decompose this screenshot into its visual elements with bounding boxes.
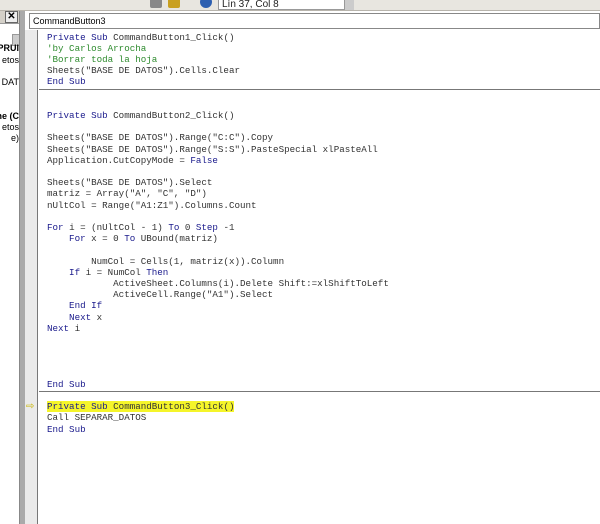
code-line[interactable]: ActiveSheet.Columns(i).Delete Shift:=xlS… [47,278,389,289]
pane-item[interactable]: PRUI [0,43,19,53]
code-editor[interactable]: Private Sub CommandButton1_Click()'by Ca… [39,30,600,524]
code-text: CommandButton3_Click() [113,401,235,413]
code-line[interactable]: NumCol = Cells(1, matriz(x)).Column [47,256,284,267]
keyword: To [124,233,141,245]
code-text: matriz = Array("A", "C", "D") [47,188,207,200]
code-text: x = 0 [91,233,125,245]
code-line[interactable]: Private Sub CommandButton3_Click() [47,401,235,413]
code-line[interactable]: Sheets("BASE DE DATOS").Range("S:S").Pas… [47,144,378,155]
code-line[interactable]: Private Sub CommandButton1_Click() [47,32,234,43]
keyword: Step [195,221,224,233]
close-icon[interactable]: ✕ [5,11,18,23]
code-line[interactable]: For x = 0 To UBound(matriz) [47,233,218,244]
code-text: Sheets("BASE DE DATOS").Select [47,177,213,189]
procedure-separator [39,88,600,90]
code-text: CommandButton1_Click() [113,31,235,43]
code-text: nUltCol = Range("A1:Z1").Columns.Count [47,199,257,211]
keyword: Private Sub [47,109,114,121]
code-text: ActiveSheet.Columns(i).Delete Shift:=xlS… [47,277,389,289]
keyword: Next [47,322,75,334]
keyword: Next [47,311,97,323]
code-line[interactable]: For i = (nUltCol - 1) To 0 Step -1 [47,222,235,233]
execution-arrow-icon: ⇨ [26,401,35,413]
code-line[interactable]: 'by Carlos Arrocha [47,43,146,54]
code-line[interactable]: Private Sub CommandButton2_Click() [47,110,234,121]
keyword: To [168,221,185,233]
keyword: For [47,221,70,233]
code-line[interactable]: matriz = Array("A", "C", "D") [47,188,207,199]
keyword: Private Sub [47,31,114,43]
pane-header: ✕ [0,10,19,24]
code-text: Call SEPARAR_DATOS [47,412,147,424]
code-line[interactable]: End Sub [47,424,86,435]
keyword: End If [47,300,103,312]
toolbar: Lín 37, Col 8 [0,0,600,11]
keyword: If [47,266,86,278]
code-text: i = (nUltCol - 1) [69,221,169,233]
code-line[interactable]: Next x [47,312,102,323]
keyword: Then [146,266,169,278]
code-text: CommandButton2_Click() [113,109,235,121]
code-text: i = NumCol [85,266,147,278]
code-text: Sheets("BASE DE DATOS").Range("C:C").Cop… [47,132,274,144]
keyword: For [47,233,92,245]
code-line[interactable]: Sheets("BASE DE DATOS").Range("C:C").Cop… [47,132,273,143]
help-icon[interactable] [200,0,212,8]
pane-item[interactable]: ne (C [0,111,19,121]
code-text: ActiveCell.Range("A1").Select [47,289,274,301]
code-text: 0 [184,221,196,233]
code-line[interactable]: If i = NumCol Then [47,267,168,278]
code-text: Sheets("BASE DE DATOS").Cells.Clear [47,65,240,77]
code-text: NumCol = Cells(1, matriz(x)).Column [47,255,285,267]
code-line[interactable]: End Sub [47,76,86,87]
keyword: Private Sub [47,401,114,413]
code-text: -1 [223,221,235,233]
project-pane: ✕ PRUI etos DAT ne (C etos e) [0,10,20,524]
code-line[interactable]: Next i [47,323,80,334]
code-text: x [96,311,103,323]
pane-item[interactable]: etos [2,55,19,65]
code-line[interactable]: End If [47,300,102,311]
cursor-position: Lín 37, Col 8 [222,0,279,10]
code-line[interactable]: nUltCol = Range("A1:Z1").Columns.Count [47,200,257,211]
code-text: i [74,322,81,334]
pane-item[interactable]: DAT [2,77,19,87]
procedure-separator [39,390,600,392]
indicator-margin[interactable] [25,30,38,524]
code-line[interactable]: 'Borrar toda la hoja [47,54,157,65]
code-line[interactable]: ActiveCell.Range("A1").Select [47,289,273,300]
object-combobox[interactable]: CommandButton3 [29,13,600,29]
pane-item[interactable]: e) [11,133,19,143]
toolbar-icon[interactable] [150,0,162,8]
code-line[interactable]: Application.CutCopyMode = False [47,155,218,166]
keyword: End Sub [47,423,86,435]
keyword: End Sub [47,76,86,88]
comment: 'Borrar toda la hoja [47,53,158,65]
code-text: UBound(matriz) [140,233,218,245]
toolbar-dropdown[interactable] [344,0,354,10]
code-text: Application.CutCopyMode = [47,154,191,166]
code-text: Sheets("BASE DE DATOS").Range("S:S").Pas… [47,143,378,155]
toolbar-icon[interactable] [168,0,180,8]
keyword: False [190,154,218,166]
pane-item[interactable]: etos [2,122,19,132]
keyword: End Sub [47,378,86,390]
code-line[interactable]: Sheets("BASE DE DATOS").Cells.Clear [47,65,240,76]
code-line[interactable]: Sheets("BASE DE DATOS").Select [47,177,212,188]
comment: 'by Carlos Arrocha [47,42,147,54]
code-line[interactable]: End Sub [47,379,86,390]
code-window: CommandButton3 Private Sub CommandButton… [25,10,600,524]
code-line[interactable]: Call SEPARAR_DATOS [47,412,146,423]
